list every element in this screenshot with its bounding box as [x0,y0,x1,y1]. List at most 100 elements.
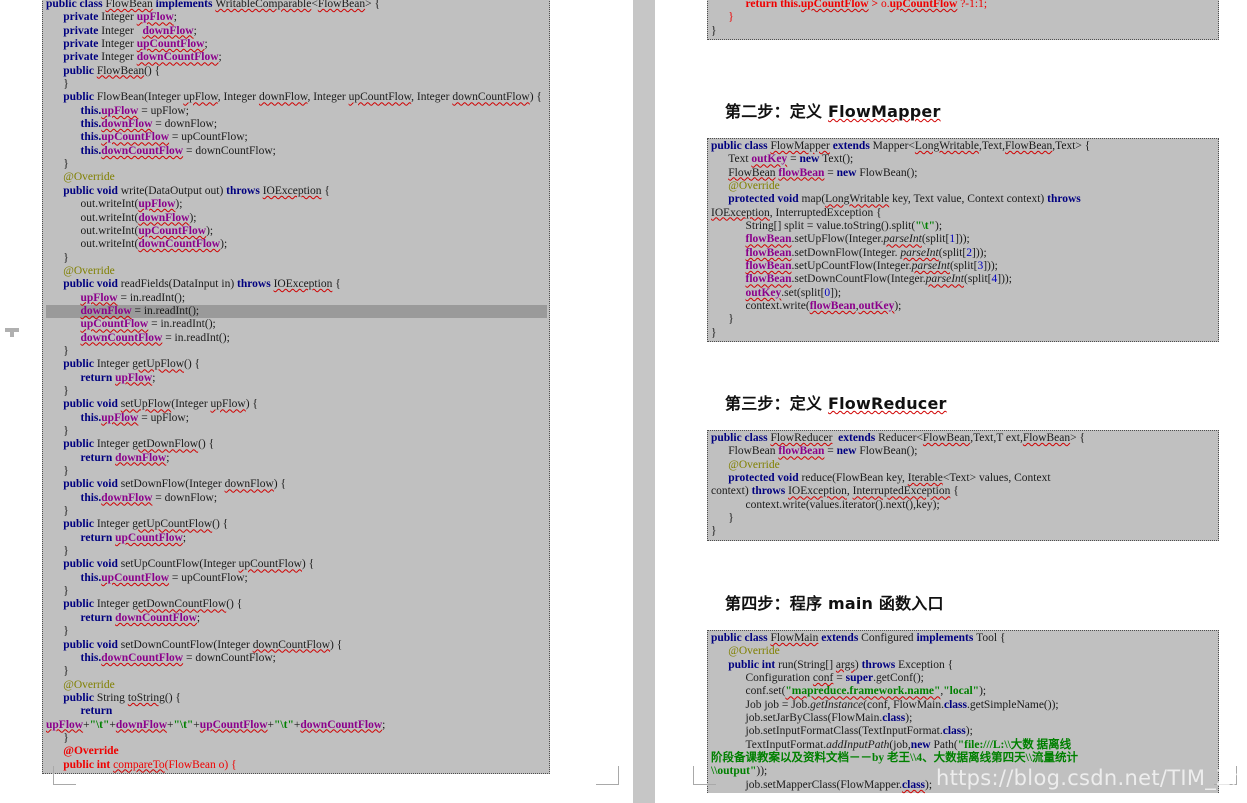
page-left[interactable]: public class FlowBean implements Writabl… [20,0,633,803]
code-token: (FlowBean o) { [164,758,237,771]
code-line: this.upCountFlow = upCountFlow; [46,572,547,585]
code-block-flowmapper[interactable]: public class FlowMapper extends Mapper<L… [707,138,1219,343]
code-token: (Integer [171,398,211,411]
code-token: upCountFlow [136,38,205,51]
code-line: public String toString() { [46,692,547,705]
code-token: .getConf(); [873,672,924,685]
code-line: private Integer downFlow; [46,25,547,38]
code-line: outKey.set(split[0]); [711,287,1216,300]
code-token: } [728,11,734,24]
code-line: @Override [711,645,1216,658]
code-token: upFlow [115,371,153,384]
document-viewport[interactable]: public class FlowBean implements Writabl… [0,0,1247,803]
code-token: args [835,658,855,671]
code-block-flowmain[interactable]: public class FlowMain extends Configured… [707,630,1219,794]
code-token: FlowBean(); [859,445,918,458]
code-token: return this. [745,0,801,10]
code-token: private [63,11,102,24]
code-line: public void readFields(DataInput in) thr… [46,278,547,291]
code-token: } [63,158,69,171]
code-token: public int [728,658,779,671]
code-block-flowbean-compareto-tail[interactable]: return this.upCountFlow > o.upCountFlow … [707,0,1219,41]
code-line: downCountFlow = in.readInt(); [46,332,547,345]
code-token: IOException [262,184,322,197]
code-line: out.writeInt(downFlow); [46,212,547,225]
code-token: ,Text, [978,140,1005,152]
code-line: protected void map(LongWritable key, Tex… [711,193,1216,206]
heading-step-2-en: FlowMapper [827,102,941,121]
code-token: @Override [728,645,780,658]
code-line: Configuration conf = super.getConf(); [711,672,1216,685]
code-token: return [80,611,116,624]
code-line: out.writeInt(upCountFlow); [46,225,547,238]
code-token: public class [711,432,771,444]
code-token: Configured [861,632,917,644]
scroll-position-marker[interactable] [5,328,19,337]
code-line: this.downCountFlow = downCountFlow; [46,145,547,158]
code-line: } [711,512,1216,525]
code-token: ; [166,451,170,464]
code-token: @Override [63,745,119,758]
code-token: job.setJarByClass(FlowMain. [745,712,883,725]
code-token: upFlow [138,198,176,211]
code-token: flowBean [809,300,856,313]
code-token: out.writeInt( [80,238,139,251]
code-block-flowbean[interactable]: public class FlowBean implements Writabl… [42,0,550,774]
code-token: ) { [301,558,315,571]
code-token: } [63,585,69,598]
code-token: ); [935,220,943,233]
code-line: } [46,665,547,678]
code-token: throws [751,485,789,498]
code-token: = [833,672,846,685]
page-crop-mark-bottom-left-2 [693,766,716,785]
code-token: { [950,485,959,498]
code-token: downCountFlow [80,331,163,344]
heading-step-4-cn: 第四步：程序 [725,594,828,613]
page-crop-mark-bottom-right-2 [1214,766,1237,785]
code-token: protected void [728,193,802,206]
code-token: private [63,38,102,51]
code-line: public class FlowMapper extends Mapper<L… [711,140,1216,153]
code-token: upCountFlow [199,718,268,731]
code-token: implements [916,632,977,644]
code-token: new [836,166,860,179]
code-line: public class FlowMain extends Configured… [711,632,1216,645]
code-line: job.setJarByClass(FlowMain.class); [711,712,1216,725]
code-line: } [46,345,547,358]
code-token: downFlow [115,718,167,731]
code-token: ); [979,685,987,698]
code-token: ); [220,238,228,251]
code-token: ])); [972,246,987,259]
code-line: public FlowBean() { [46,65,547,78]
code-token: } [63,384,69,397]
code-line: return upFlow; [46,372,547,385]
code-token: ])); [997,273,1012,286]
code-token: private [63,51,102,64]
code-token: = in.readInt(); [117,291,186,304]
code-token: class [882,712,906,725]
code-line: this.downFlow = downFlow; [46,118,547,131]
page-right[interactable]: return this.upCountFlow > o.upCountFlow … [655,0,1247,803]
code-token: @Override [728,180,780,193]
code-token: } [63,665,69,678]
code-token: public void [63,398,121,411]
code-block-flowreducer[interactable]: public class FlowReducer extends Reducer… [707,430,1219,541]
page-gutter [633,0,655,803]
code-token: FlowBean [1022,432,1071,444]
code-token: public [63,598,97,611]
code-token: Integer [96,518,133,531]
code-token: flowBean [745,246,792,259]
code-token: downFlow [138,211,190,224]
code-token: ,Text,T ext, [970,432,1023,444]
